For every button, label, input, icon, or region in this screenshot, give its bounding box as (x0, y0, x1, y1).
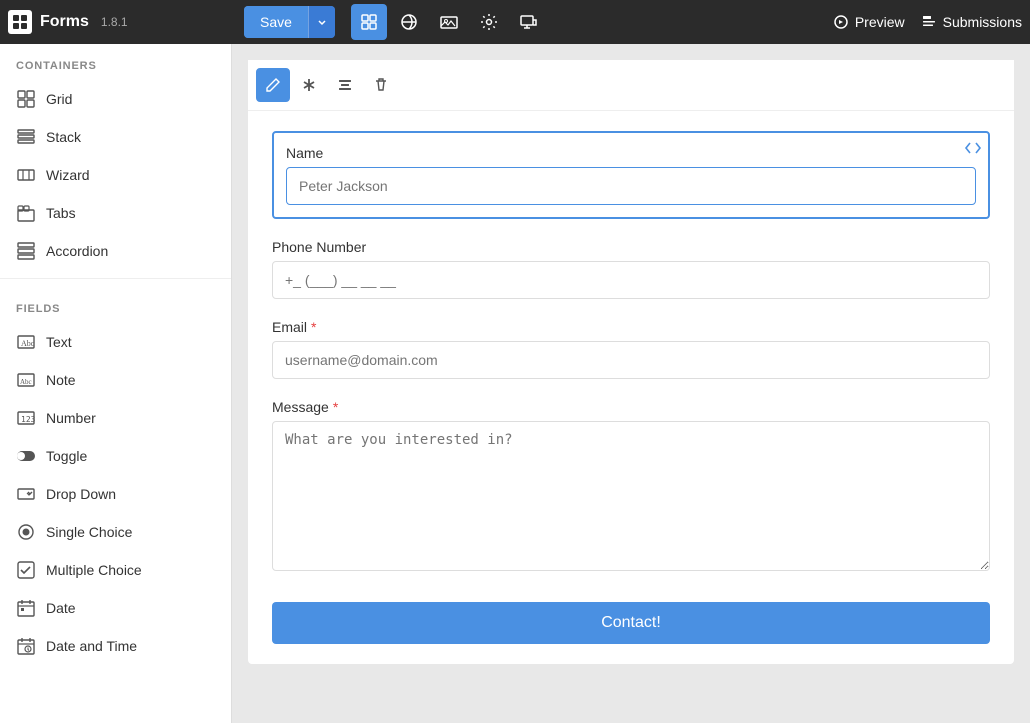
message-textarea[interactable] (272, 421, 990, 571)
note-icon: Abc (16, 370, 36, 390)
dropdown-label: Drop Down (46, 486, 116, 502)
email-label: Email * (272, 319, 990, 335)
accordion-icon (16, 241, 36, 261)
app-name: Forms (40, 13, 89, 31)
email-required-marker: * (311, 319, 316, 335)
date-time-label: Date and Time (46, 638, 137, 654)
align-btn[interactable] (328, 68, 362, 102)
sidebar-item-dropdown[interactable]: Drop Down (0, 475, 231, 513)
save-group: Save (244, 6, 335, 38)
sidebar-item-single-choice[interactable]: Single Choice (0, 513, 231, 551)
form-content: Name Phone Number Email * (248, 111, 1014, 664)
form-toolbar (248, 60, 1014, 111)
settings-icon-btn[interactable] (471, 4, 507, 40)
sidebar-item-stack[interactable]: Stack (0, 118, 231, 156)
sidebar-item-note[interactable]: Abc Note (0, 361, 231, 399)
layout-icon-btn[interactable] (351, 4, 387, 40)
text-icon: Abc (16, 332, 36, 352)
dropdown-icon (16, 484, 36, 504)
svg-text:Abc: Abc (20, 378, 32, 386)
sidebar-item-number[interactable]: 123 Number (0, 399, 231, 437)
sidebar-item-wizard[interactable]: Wizard (0, 156, 231, 194)
sidebar-item-grid[interactable]: Grid (0, 80, 231, 118)
tabs-icon (16, 203, 36, 223)
date-time-icon (16, 636, 36, 656)
toggle-label: Toggle (46, 448, 87, 464)
device-icon-btn[interactable] (511, 4, 547, 40)
svg-text:123: 123 (21, 415, 35, 424)
multiple-choice-icon (16, 560, 36, 580)
submissions-button[interactable]: Submissions (921, 14, 1022, 30)
phone-input[interactable] (272, 261, 990, 299)
wizard-icon (16, 165, 36, 185)
name-input[interactable] (286, 167, 976, 205)
email-input[interactable] (272, 341, 990, 379)
svg-text:Abc: Abc (21, 339, 35, 348)
preview-label: Preview (855, 14, 905, 30)
tabs-label: Tabs (46, 205, 76, 221)
fields-section-title: FIELDS (0, 287, 231, 323)
stack-icon (16, 127, 36, 147)
submit-button[interactable]: Contact! (272, 602, 990, 644)
topbar-right: Preview Submissions (833, 14, 1022, 30)
single-choice-icon (16, 522, 36, 542)
email-field-group: Email * (272, 319, 990, 379)
text-label: Text (46, 334, 72, 350)
edit-btn[interactable] (256, 68, 290, 102)
toolbar-icons (351, 4, 547, 40)
accordion-label: Accordion (46, 243, 108, 259)
message-required-marker: * (333, 399, 338, 415)
grid-icon (16, 89, 36, 109)
sidebar-item-date-time[interactable]: Date and Time (0, 627, 231, 665)
sidebar-item-toggle[interactable]: Toggle (0, 437, 231, 475)
app-version: 1.8.1 (101, 15, 128, 29)
image-icon-btn[interactable] (431, 4, 467, 40)
main-layout: CONTAINERS Grid Stack (0, 44, 1030, 723)
phone-field-group: Phone Number (272, 239, 990, 299)
phone-label: Phone Number (272, 239, 990, 255)
date-label: Date (46, 600, 76, 616)
containers-section-title: CONTAINERS (0, 44, 231, 80)
grid-label: Grid (46, 91, 72, 107)
delete-btn[interactable] (364, 68, 398, 102)
single-choice-label: Single Choice (46, 524, 132, 540)
sidebar: CONTAINERS Grid Stack (0, 44, 232, 723)
message-label: Message * (272, 399, 990, 415)
stack-label: Stack (46, 129, 81, 145)
form-editor: Name Phone Number Email * (248, 60, 1014, 664)
date-icon (16, 598, 36, 618)
multiple-choice-label: Multiple Choice (46, 562, 142, 578)
sidebar-item-text[interactable]: Abc Text (0, 323, 231, 361)
asterisk-btn[interactable] (292, 68, 326, 102)
sidebar-item-tabs[interactable]: Tabs (0, 194, 231, 232)
app-logo: Forms 1.8.1 (8, 10, 236, 34)
name-field-container[interactable]: Name (272, 131, 990, 219)
name-label: Name (286, 145, 976, 161)
sidebar-item-multiple-choice[interactable]: Multiple Choice (0, 551, 231, 589)
sidebar-item-accordion[interactable]: Accordion (0, 232, 231, 270)
preview-button[interactable]: Preview (833, 14, 905, 30)
save-dropdown-button[interactable] (308, 6, 335, 38)
theme-icon-btn[interactable] (391, 4, 427, 40)
submissions-label: Submissions (943, 14, 1022, 30)
note-label: Note (46, 372, 76, 388)
app-icon (8, 10, 32, 34)
number-icon: 123 (16, 408, 36, 428)
sidebar-divider (0, 278, 231, 279)
number-label: Number (46, 410, 96, 426)
topbar: Forms 1.8.1 Save (0, 0, 1030, 44)
sidebar-item-date[interactable]: Date (0, 589, 231, 627)
content-area: Name Phone Number Email * (232, 44, 1030, 723)
message-field-group: Message * (272, 399, 990, 574)
wizard-label: Wizard (46, 167, 90, 183)
save-button[interactable]: Save (244, 6, 308, 38)
toggle-icon (16, 446, 36, 466)
resize-handle[interactable] (964, 139, 982, 157)
